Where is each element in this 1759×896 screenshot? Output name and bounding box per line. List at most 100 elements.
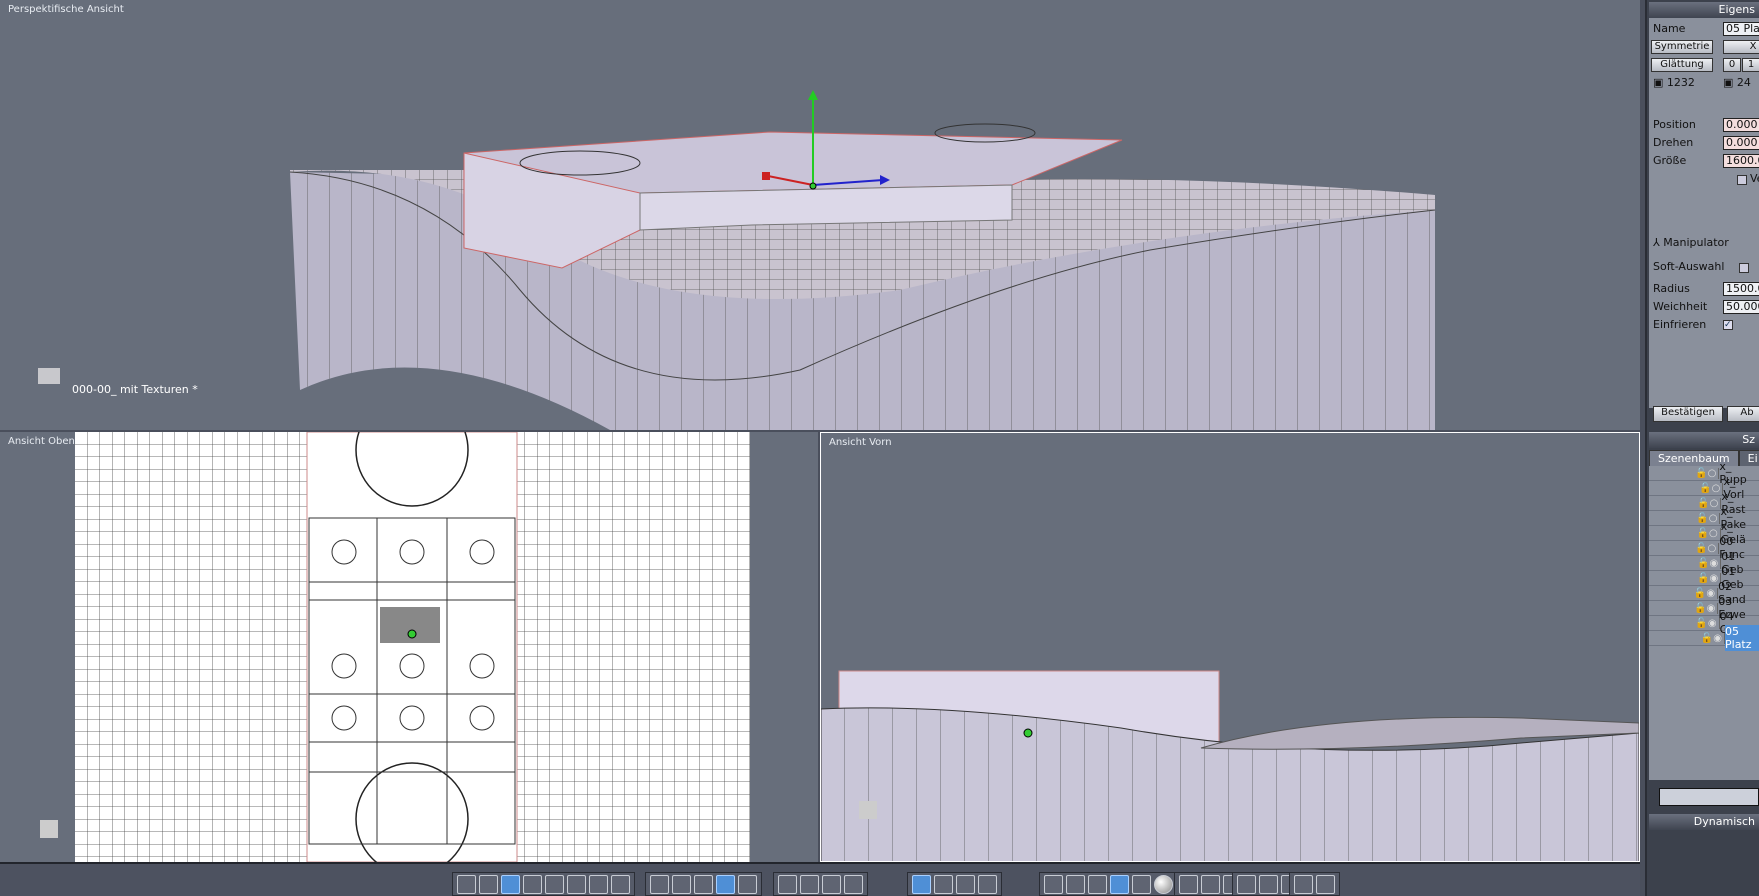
layout-button-1[interactable] [479,875,498,894]
shading-button-2[interactable] [1088,875,1107,894]
scene-tree-item[interactable]: 🔓◉ 05 Platz [1649,625,1759,651]
lock-eye-icon[interactable]: 🔓◉ [1649,602,1719,614]
top-scene [40,432,750,862]
objects-button-1[interactable] [1259,875,1278,894]
camera-button-0[interactable] [1294,875,1313,894]
scene-tree-header: Sz [1649,432,1759,448]
perspective-viewport[interactable]: Perspektifische Ansicht 000-00_ mit Text… [0,0,1640,430]
abort-button[interactable]: Ab [1727,406,1759,422]
manipulator-button-0[interactable] [912,875,931,894]
grid-button-1[interactable] [672,875,691,894]
layout-group [452,872,635,896]
weichheit-input[interactable]: 50.000 [1723,300,1759,314]
navigation-button-1[interactable] [800,875,819,894]
layout-button-4[interactable] [545,875,564,894]
drehen-input[interactable]: 0.000 [1723,136,1759,150]
grid-button-0[interactable] [650,875,669,894]
lock-eye-hidden-icon[interactable]: 🔓○ [1649,482,1724,494]
manipulator-button-1[interactable] [934,875,953,894]
render-button-1[interactable] [1201,875,1220,894]
camera-group [1289,872,1340,896]
lock-eye-icon[interactable]: 🔓◉ [1649,557,1722,569]
viewport-label-front: Ansicht Vorn [829,437,892,448]
radius-input[interactable]: 1500.0 [1723,282,1759,296]
top-viewport[interactable]: Ansicht Oben [0,432,818,862]
radius-label: Radius [1653,282,1690,295]
shading-button-5[interactable] [1154,875,1173,894]
camera-button-1[interactable] [1316,875,1335,894]
groesse-label: Größe [1653,154,1687,167]
navigation-button-3[interactable] [844,875,863,894]
lock-eye-hidden-icon[interactable]: 🔓○ [1649,497,1722,509]
glaettung-1-button[interactable]: 1 [1742,58,1759,72]
tree-filter-input[interactable] [1659,788,1759,806]
navigation-button-0[interactable] [778,875,797,894]
objects-button-0[interactable] [1237,875,1256,894]
layout-button-3[interactable] [523,875,542,894]
position-input[interactable]: 0.000 [1723,118,1759,132]
confirm-button[interactable]: Bestätigen [1653,406,1723,422]
manipulator-label: Manipulator [1663,236,1729,249]
name-label: Name [1653,22,1686,35]
navigation-button-2[interactable] [822,875,841,894]
render-button-0[interactable] [1179,875,1198,894]
navigation-group [773,872,868,896]
soft-auswahl-label: Soft-Auswahl [1653,260,1725,273]
ve-checkbox[interactable] [1737,175,1747,185]
perspective-scene [38,90,1436,430]
lock-eye-hidden-icon[interactable]: 🔓○ [1649,512,1721,524]
scene-name: 000-00_ mit Texturen * [72,383,198,396]
weichheit-label: Weichheit [1653,300,1708,313]
ve-label: Ve [1750,172,1759,185]
manipulator-icon: ⅄ [1653,236,1660,249]
drehen-label: Drehen [1653,136,1694,149]
grid-group [645,872,762,896]
symmetrie-x-button[interactable]: X [1723,40,1759,54]
lock-eye-hidden-icon[interactable]: 🔓○ [1649,467,1720,479]
lock-eye-icon[interactable]: 🔓◉ [1649,632,1725,644]
lock-eye-icon[interactable]: 🔓◉ [1649,587,1719,599]
layout-button-5[interactable] [567,875,586,894]
manipulator-button-2[interactable] [956,875,975,894]
front-viewport[interactable]: Ansicht Vorn [820,432,1640,862]
glaettung-0-button[interactable]: 0 [1723,58,1741,72]
position-label: Position [1653,118,1696,131]
shading-button-0[interactable] [1044,875,1063,894]
viewport-label-perspective: Perspektifische Ansicht [8,4,124,15]
shading-button-4[interactable] [1132,875,1151,894]
layout-button-7[interactable] [611,875,630,894]
layout-button-0[interactable] [457,875,476,894]
einfrieren-checkbox[interactable]: ✓ [1723,320,1733,330]
manipulator-group [907,872,1002,896]
axis-gizmo [38,368,60,384]
einfrieren-label: Einfrieren [1653,318,1707,331]
groesse-input[interactable]: 1600.0 [1723,154,1759,168]
symmetrie-button[interactable]: Symmetrie [1651,40,1713,54]
lock-eye-hidden-icon[interactable]: 🔓○ [1649,527,1721,539]
scene-tree-item-label: 05 Platz [1725,625,1759,651]
front-scene [821,670,1639,861]
name-input[interactable]: 05 Plat [1723,22,1759,36]
bottom-toolbar [0,862,1640,896]
properties-panel: Eigens Name 05 Plat Symmetrie X Glättung… [1645,0,1759,896]
grid-button-4[interactable] [738,875,757,894]
cube-icon: ▣ [1723,76,1734,89]
cube-icon: ▣ [1653,76,1664,89]
soft-auswahl-checkbox[interactable] [1739,263,1749,273]
dynamic-panel-header: Dynamisch [1649,814,1759,830]
manipulator-button-3[interactable] [978,875,997,894]
layout-button-2[interactable] [501,875,520,894]
glaettung-button[interactable]: Glättung [1651,58,1713,72]
layout-button-6[interactable] [589,875,608,894]
grid-button-3[interactable] [716,875,735,894]
grid-button-2[interactable] [694,875,713,894]
lock-eye-hidden-icon[interactable]: 🔓○ [1649,542,1720,554]
lock-eye-icon[interactable]: 🔓◉ [1649,572,1722,584]
lock-eye-icon[interactable]: 🔓◉ [1649,617,1720,629]
vertex-count: 1232 [1666,76,1695,89]
shading-button-1[interactable] [1066,875,1085,894]
face-count: 24 [1736,76,1751,89]
scene-tree: Szenenbaum Ei 🔓○ x_ Pupp 🔓○ x_ Vorl 🔓○ x_ Ras… [1649,450,1759,780]
properties-header: Eigens [1649,2,1759,18]
shading-button-3[interactable] [1110,875,1129,894]
